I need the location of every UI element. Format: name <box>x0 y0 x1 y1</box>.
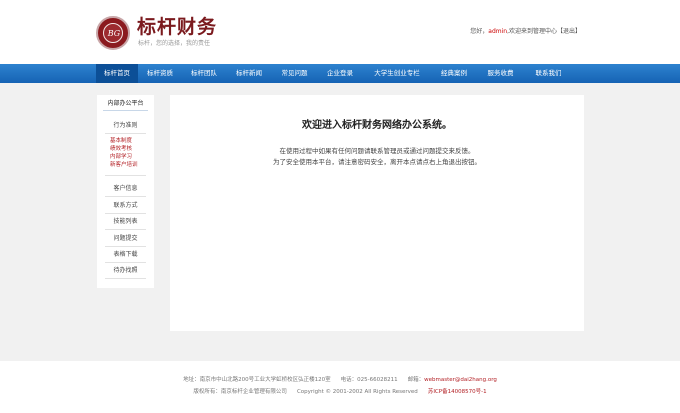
welcome-heading: 欢迎进入标杆财务网络办公系统。 <box>302 120 452 131</box>
sidebar-divider <box>105 278 146 279</box>
logo-monogram: BG <box>107 29 121 38</box>
sidebar-item-customer-info[interactable]: 客户信息 <box>97 184 154 193</box>
username-link[interactable]: admin <box>488 28 507 35</box>
logo-seal-inner: BG <box>103 23 123 43</box>
nav-item-home[interactable]: 标杆首页 <box>96 64 138 83</box>
main-panel: 欢迎进入标杆财务网络办公系统。 在使用过程中如果有任何问题请联系管理员或通过问题… <box>170 95 584 331</box>
sidebar-item-skills[interactable]: 技能列表 <box>97 217 154 226</box>
footer-phone: 电话：025-66028211 <box>340 377 398 383</box>
nav-item-login[interactable]: 企业登录 <box>317 64 363 83</box>
footer-copyright: 版权所有：南京标杆企业管理有限公司 <box>193 389 287 395</box>
footer-copyright-years: Copyright © 2001-2002 All Rights Reserve… <box>296 389 418 395</box>
nav-item-team[interactable]: 标杆团队 <box>182 64 226 83</box>
nav-item-cases[interactable]: 经典案例 <box>431 64 477 83</box>
footer-icp-link[interactable]: 苏ICP备14008570号-1 <box>428 389 487 395</box>
footer-email-label: 邮箱： <box>407 377 425 383</box>
sidebar-divider <box>105 133 146 134</box>
sidebar-divider <box>105 262 146 263</box>
sidebar-title: 内部办公平台 <box>107 100 144 107</box>
sidebar-item-downloads[interactable]: 表格下载 <box>97 250 154 259</box>
sidebar-divider <box>105 229 146 230</box>
sidebar-title-divider <box>103 110 148 111</box>
sidebar-group-rules[interactable]: 行为准则 <box>97 121 154 130</box>
footer-copyright-line: 版权所有：南京标杆企业管理有限公司 Copyright © 2001-2002 A… <box>0 388 680 396</box>
sidebar: 内部办公平台 行为准则 基本制度 绩效考核 内部学习 新客户培训 客户信息 联系… <box>97 95 154 288</box>
sidebar-divider <box>105 246 146 247</box>
header: BG 标杆财务 标杆，您的选择，我的责任 您好，admin,欢迎来到管理中心【退… <box>0 0 680 64</box>
nav-item-fees[interactable]: 服务收费 <box>477 64 524 83</box>
nav-item-qualification[interactable]: 标杆资质 <box>138 64 182 83</box>
sidebar-sub-training[interactable]: 新客户培训 <box>110 162 138 169</box>
welcome-text: 您好，admin,欢迎来到管理中心【退出】 <box>470 28 581 36</box>
main-nav: 标杆首页 标杆资质 标杆团队 标杆新闻 常见问题 企业登录 大学生创业专栏 经典… <box>0 64 680 83</box>
nav-item-faq[interactable]: 常见问题 <box>272 64 317 83</box>
sidebar-sub-performance[interactable]: 绩效考核 <box>110 146 132 153</box>
nav-item-news[interactable]: 标杆新闻 <box>226 64 272 83</box>
sidebar-item-todo[interactable]: 待办找照 <box>97 266 154 275</box>
sidebar-item-submit-issue[interactable]: 问题提交 <box>97 234 154 243</box>
footer-email-link[interactable]: webmaster@dai2hang.org <box>424 377 497 383</box>
sidebar-sub-learning[interactable]: 内部学习 <box>110 154 132 161</box>
sidebar-divider <box>105 196 146 197</box>
footer: 地址：南京市中山北路200号工业大学虹桥校区弘正楼120室 电话：025-6602… <box>0 361 680 413</box>
nav-item-student-startup[interactable]: 大学生创业专栏 <box>363 64 431 83</box>
footer-contact-line: 地址：南京市中山北路200号工业大学虹桥校区弘正楼120室 电话：025-6602… <box>0 376 680 384</box>
brand-title[interactable]: 标杆财务 <box>137 16 217 38</box>
brand-slogan: 标杆，您的选择，我的责任 <box>138 40 211 47</box>
sidebar-divider <box>105 175 146 176</box>
sidebar-sub-basic-rules[interactable]: 基本制度 <box>110 138 132 145</box>
welcome-line-1: 在使用过程中如果有任何问题请联系管理员或通过问题提交来反馈。 <box>279 147 475 155</box>
sidebar-item-contact[interactable]: 联系方式 <box>97 201 154 210</box>
footer-address: 地址：南京市中山北路200号工业大学虹桥校区弘正楼120室 <box>183 377 331 383</box>
welcome-line-2: 为了安全使用本平台，请注意密码安全，离开本点请点右上角退出按钮。 <box>273 158 481 166</box>
welcome-prefix: 您好， <box>470 28 489 35</box>
nav-item-contact[interactable]: 联系我们 <box>524 64 573 83</box>
welcome-suffix-logout[interactable]: ,欢迎来到管理中心【退出】 <box>507 28 581 35</box>
logo-seal-icon[interactable]: BG <box>96 16 130 50</box>
sidebar-divider <box>105 213 146 214</box>
nav-items: 标杆首页 标杆资质 标杆团队 标杆新闻 常见问题 企业登录 大学生创业专栏 经典… <box>96 64 573 83</box>
